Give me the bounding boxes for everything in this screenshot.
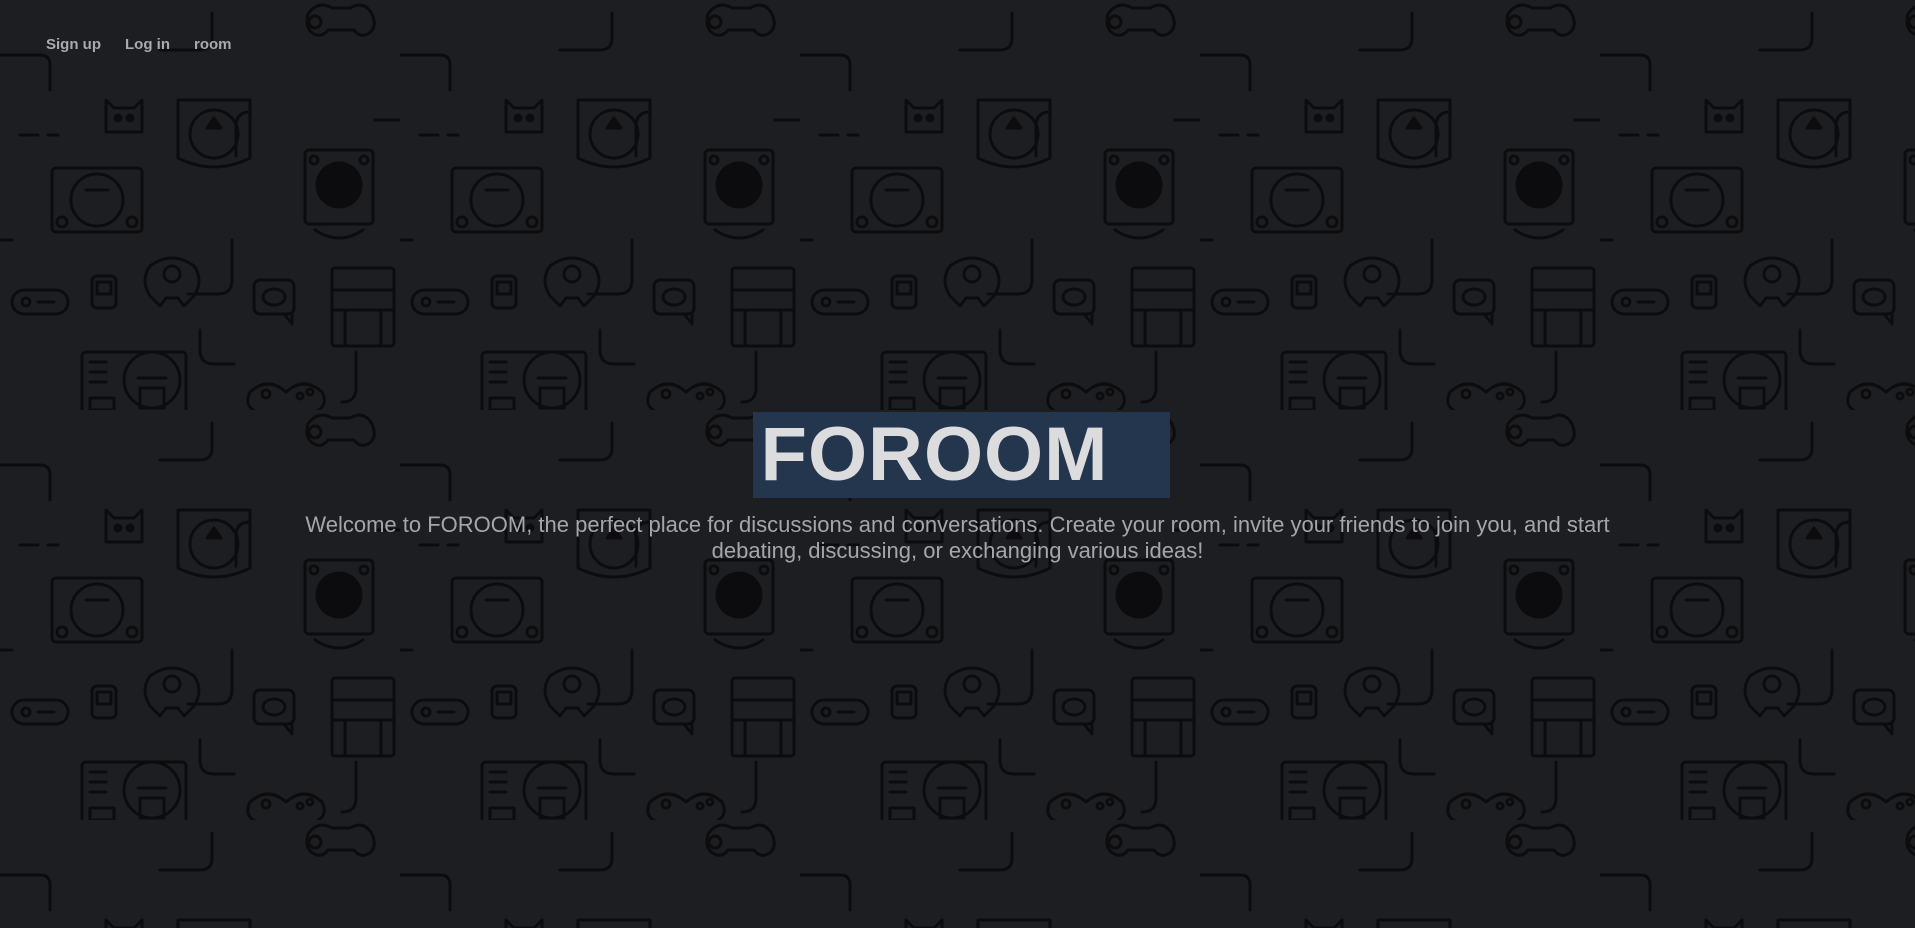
top-nav: Sign up Log in room [34, 34, 244, 55]
welcome-description: Welcome to FOROOM, the perfect place for… [305, 512, 1610, 563]
page-title: FOROOM [752, 412, 1171, 498]
landing-page: Sign up Log in room FOROOM Welcome to FO… [0, 0, 1915, 928]
room-link[interactable]: room [182, 34, 244, 55]
hero-section: FOROOM Welcome to FOROOM, the perfect pl… [0, 412, 1915, 564]
login-link[interactable]: Log in [113, 34, 182, 55]
signup-link[interactable]: Sign up [34, 34, 113, 55]
